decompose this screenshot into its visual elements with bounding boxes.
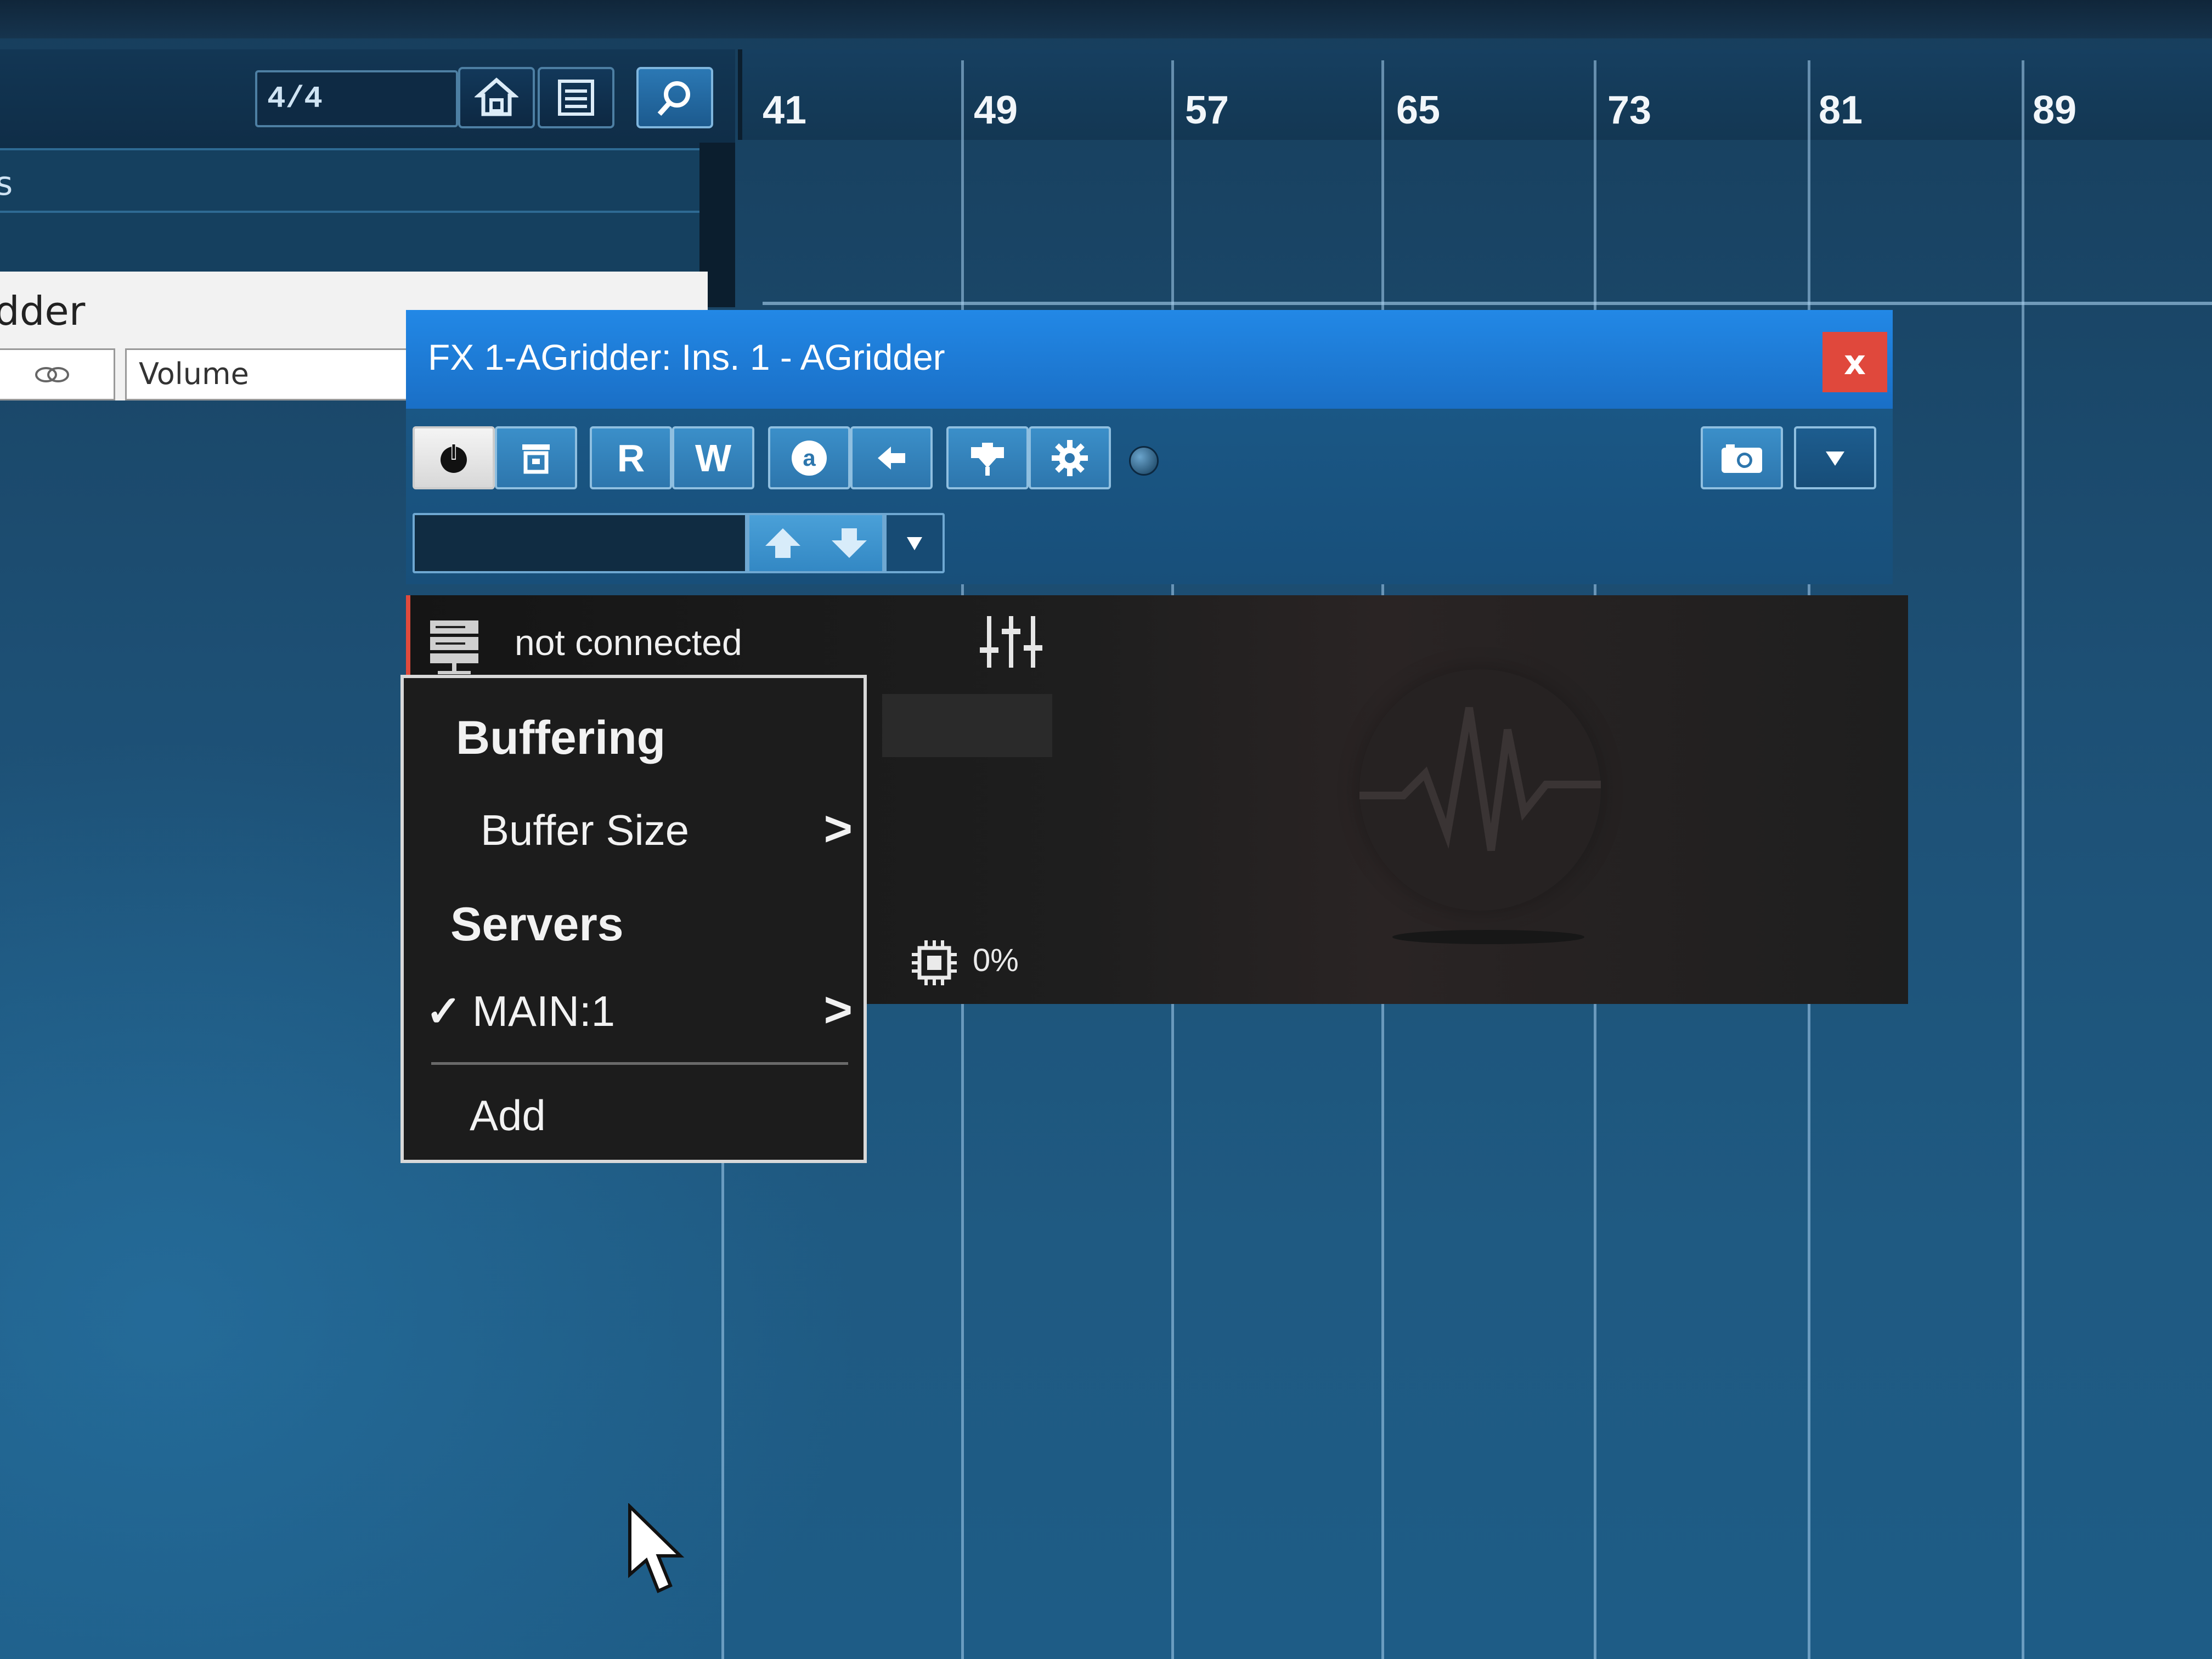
chevron-right-icon: > <box>823 802 853 856</box>
gear-icon <box>1052 439 1088 476</box>
bypass-button[interactable] <box>495 426 577 489</box>
read-automation-button[interactable]: R <box>590 426 672 489</box>
track-name: dder <box>0 288 86 334</box>
power-icon <box>441 443 467 473</box>
arrow-up-icon[interactable] <box>761 524 805 562</box>
ruler-bar-81: 81 <box>1819 88 1863 132</box>
mouse-pointer-icon <box>628 1503 685 1594</box>
search-button[interactable] <box>636 67 713 128</box>
ruler-bar-57: 57 <box>1185 88 1229 132</box>
status-led <box>1129 446 1159 476</box>
plugin-title: FX 1-AGridder: Ins. 1 - AGridder <box>428 337 945 377</box>
ruler-bar-89: 89 <box>2033 88 2077 132</box>
plugin-titlebar[interactable]: FX 1-AGridder: Ins. 1 - AGridder x <box>406 310 1893 409</box>
arrow-down-icon[interactable] <box>827 524 871 562</box>
ruler-bar-73: 73 <box>1607 88 1652 132</box>
chevron-right-icon: > <box>823 983 853 1037</box>
menu-item-buffer-size[interactable]: Buffer Size > <box>404 793 864 865</box>
auto-button[interactable]: a <box>768 426 850 489</box>
list-icon <box>558 80 594 116</box>
menu-divider <box>431 1062 848 1065</box>
close-icon: x <box>1844 342 1866 382</box>
logo-shadow <box>1392 930 1584 944</box>
ruler-bottom-line <box>763 302 2212 305</box>
link-button[interactable] <box>0 348 115 400</box>
close-button[interactable]: x <box>1822 332 1887 392</box>
preset-navigation[interactable] <box>747 513 884 573</box>
triangle-down-icon <box>1826 451 1844 466</box>
grid-line <box>2022 60 2024 1659</box>
automation-parameter-select[interactable]: Volume <box>125 348 421 400</box>
track-list-area <box>0 148 708 276</box>
snap-home-button[interactable] <box>458 67 535 128</box>
snap-home-icon <box>475 77 518 116</box>
power-button[interactable] <box>413 426 495 489</box>
menu-section-buffering: Buffering <box>456 712 666 764</box>
camera-icon <box>1722 444 1762 473</box>
menu-item-label: MAIN:1 <box>472 987 616 1035</box>
ruler-bar-65: 65 <box>1396 88 1441 132</box>
ruler-bar-41: 41 <box>763 88 807 132</box>
svg-text:a: a <box>803 445 816 471</box>
cpu-usage-label: 0% <box>973 943 1019 978</box>
side-chain-button[interactable] <box>850 426 933 489</box>
timeline-ruler[interactable] <box>738 49 2212 140</box>
checkmark-icon: ✓ <box>426 987 462 1035</box>
server-info-field <box>882 694 1052 757</box>
list-button[interactable] <box>538 67 614 128</box>
menu-item-label: Buffer Size <box>481 806 690 854</box>
cpu-chip-icon <box>912 940 957 985</box>
server-icon[interactable] <box>427 617 482 678</box>
search-icon <box>657 81 690 116</box>
arrow-left-icon <box>878 446 905 470</box>
options-dropdown-button[interactable] <box>1794 426 1876 489</box>
triangle-down-icon <box>907 537 922 550</box>
plug-down-icon <box>971 442 1004 476</box>
write-automation-button[interactable]: W <box>672 426 754 489</box>
ruler-bar-49: 49 <box>974 88 1018 132</box>
waveform-logo-icon <box>1359 707 1601 851</box>
track-divider <box>0 211 708 213</box>
menu-item-add[interactable]: Add <box>404 1079 864 1150</box>
menu-section-servers: Servers <box>450 898 624 951</box>
circled-a-icon: a <box>792 440 827 476</box>
preset-dropdown-button[interactable] <box>884 513 945 573</box>
mixer-sliders-icon[interactable] <box>975 612 1047 672</box>
settings-button[interactable] <box>1029 426 1111 489</box>
time-signature-field[interactable]: 4/4 <box>255 70 458 127</box>
daw-screen: 4/4 s dder Volume 41 49 57 65 73 81 89 F… <box>0 0 2212 1659</box>
menu-item-label: Add <box>470 1091 546 1139</box>
track-header-fragment: s <box>0 165 13 203</box>
bypass-icon <box>522 444 550 473</box>
preset-name-field[interactable] <box>413 513 747 573</box>
channel-settings-button[interactable] <box>946 426 1029 489</box>
screen-top-bezel <box>0 0 2212 38</box>
snapshot-button[interactable] <box>1701 426 1783 489</box>
menu-item-server-main[interactable]: ✓ MAIN:1 > <box>404 974 864 1046</box>
link-icon <box>35 366 69 382</box>
context-menu: Buffering Buffer Size > Servers ✓ MAIN:1… <box>400 675 867 1163</box>
connection-status: not connected <box>515 622 742 663</box>
agridder-logo <box>1359 669 1601 911</box>
